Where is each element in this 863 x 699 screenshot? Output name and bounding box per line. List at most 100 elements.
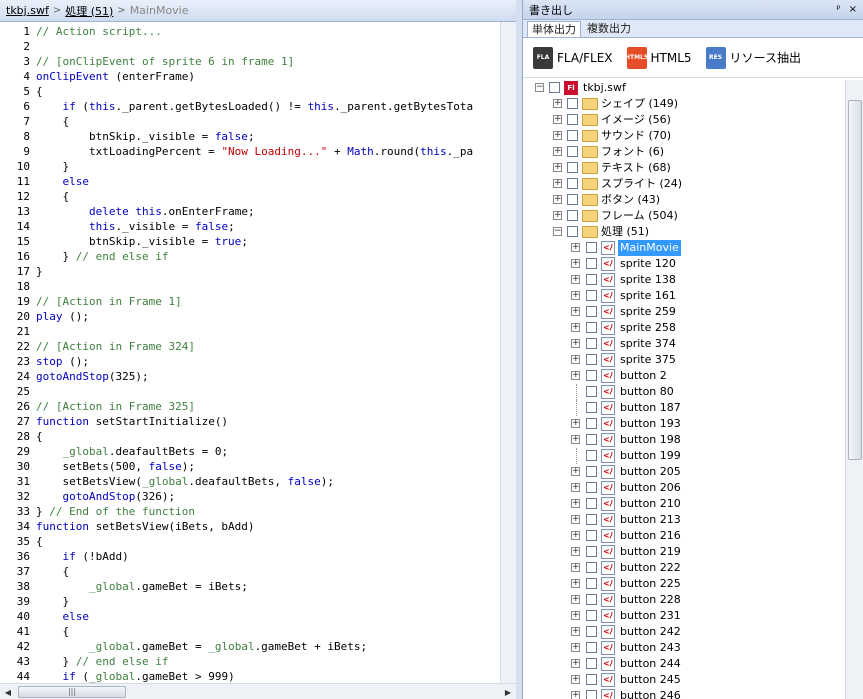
expand-icon[interactable]: + [571, 355, 580, 364]
tree-checkbox[interactable] [586, 594, 597, 605]
tab-multi-output[interactable]: 複数出力 [583, 21, 635, 37]
tree-checkbox[interactable] [586, 290, 597, 301]
expand-icon[interactable]: + [571, 659, 580, 668]
tree-checkbox[interactable] [567, 114, 578, 125]
code-view[interactable]: 1// Action script... 2 3// [onClipEvent of… [0, 24, 500, 684]
tree-checkbox[interactable] [586, 642, 597, 653]
tree-checkbox[interactable] [586, 610, 597, 621]
tree-checkbox[interactable] [586, 434, 597, 445]
scroll-thumb[interactable]: ||| [18, 686, 126, 698]
tree-item[interactable]: + button 222 [523, 560, 845, 576]
tree-item[interactable]: button 187 [523, 400, 845, 416]
pin-icon[interactable]: ᵖ [836, 4, 840, 15]
tree-folder[interactable]: − 処理 (51) [523, 224, 845, 240]
expand-icon[interactable]: + [571, 291, 580, 300]
tree-checkbox[interactable] [586, 498, 597, 509]
tree-folder[interactable]: + ボタン (43) [523, 192, 845, 208]
collapse-icon[interactable]: − [553, 227, 562, 236]
expand-icon[interactable]: + [571, 419, 580, 428]
expand-icon[interactable]: + [571, 579, 580, 588]
tree-checkbox[interactable] [586, 514, 597, 525]
expand-icon[interactable]: + [571, 307, 580, 316]
tree-item[interactable]: + button 198 [523, 432, 845, 448]
vertical-scrollbar[interactable] [500, 22, 516, 683]
expand-icon[interactable]: + [571, 275, 580, 284]
tree-item[interactable]: + button 225 [523, 576, 845, 592]
tree-checkbox[interactable] [586, 258, 597, 269]
expand-icon[interactable]: + [571, 675, 580, 684]
resource-tree[interactable]: − Fl tkbj.swf + シェイプ (149) + イメージ (56) + サウンド (7… [523, 80, 845, 699]
tree-checkbox[interactable] [586, 562, 597, 573]
tree-checkbox[interactable] [586, 578, 597, 589]
tree-checkbox[interactable] [567, 130, 578, 141]
tree-node-root[interactable]: − Fl tkbj.swf [523, 80, 845, 96]
tree-item[interactable]: + button 246 [523, 688, 845, 699]
tree-item[interactable]: + button 242 [523, 624, 845, 640]
tree-checkbox[interactable] [567, 194, 578, 205]
tree-item[interactable]: + sprite 120 [523, 256, 845, 272]
tree-item[interactable]: + sprite 375 [523, 352, 845, 368]
tree-checkbox[interactable] [586, 274, 597, 285]
expand-icon[interactable]: + [571, 259, 580, 268]
tree-checkbox[interactable] [586, 354, 597, 365]
tree-item[interactable]: + button 243 [523, 640, 845, 656]
tree-checkbox[interactable] [586, 626, 597, 637]
tree-item[interactable]: + MainMovie [523, 240, 845, 256]
tree-checkbox[interactable] [567, 146, 578, 157]
tree-checkbox[interactable] [567, 210, 578, 221]
tree-item[interactable]: + sprite 138 [523, 272, 845, 288]
html5-button[interactable]: HTML5 HTML5 [625, 46, 692, 69]
expand-icon[interactable]: + [571, 435, 580, 444]
tree-folder[interactable]: + サウンド (70) [523, 128, 845, 144]
expand-icon[interactable]: + [571, 595, 580, 604]
tree-folder[interactable]: + スプライト (24) [523, 176, 845, 192]
expand-icon[interactable]: + [553, 147, 562, 156]
expand-icon[interactable]: + [553, 179, 562, 188]
tree-item[interactable]: + sprite 161 [523, 288, 845, 304]
expand-icon[interactable]: + [571, 467, 580, 476]
expand-icon[interactable]: + [571, 643, 580, 652]
tree-checkbox[interactable] [586, 690, 597, 699]
tree-checkbox[interactable] [586, 402, 597, 413]
tree-checkbox[interactable] [586, 466, 597, 477]
tree-item[interactable]: + button 210 [523, 496, 845, 512]
expand-icon[interactable]: + [571, 323, 580, 332]
expand-icon[interactable]: + [553, 115, 562, 124]
tab-single-output[interactable]: 単体出力 [527, 21, 581, 37]
expand-icon[interactable]: + [571, 627, 580, 636]
tree-item[interactable]: + button 219 [523, 544, 845, 560]
horizontal-scrollbar[interactable]: ◀ ||| ▶ [0, 683, 516, 699]
tree-checkbox[interactable] [549, 82, 560, 93]
fla-flex-button[interactable]: FLA FLA/FLEX [533, 46, 613, 69]
tree-checkbox[interactable] [586, 386, 597, 397]
resource-extract-button[interactable]: RES リソース抽出 [705, 46, 801, 69]
expand-icon[interactable]: + [553, 211, 562, 220]
tree-checkbox[interactable] [586, 546, 597, 557]
tree-scroll-thumb[interactable] [848, 100, 862, 460]
tree-checkbox[interactable] [586, 338, 597, 349]
collapse-icon[interactable]: − [535, 83, 544, 92]
tree-checkbox[interactable] [586, 482, 597, 493]
tree-item[interactable]: + button 245 [523, 672, 845, 688]
tree-checkbox[interactable] [586, 418, 597, 429]
tree-item[interactable]: button 199 [523, 448, 845, 464]
tree-folder[interactable]: + シェイプ (149) [523, 96, 845, 112]
expand-icon[interactable]: + [571, 339, 580, 348]
tree-item[interactable]: + sprite 258 [523, 320, 845, 336]
expand-icon[interactable]: + [571, 243, 580, 252]
expand-icon[interactable]: + [571, 531, 580, 540]
tree-vertical-scrollbar[interactable] [845, 80, 863, 699]
tree-item[interactable]: + button 205 [523, 464, 845, 480]
breadcrumb-folder[interactable]: 処理 (51) [65, 3, 113, 19]
expand-icon[interactable]: + [553, 195, 562, 204]
expand-icon[interactable]: + [553, 163, 562, 172]
scroll-right-icon[interactable]: ▶ [500, 684, 516, 699]
tree-folder[interactable]: + イメージ (56) [523, 112, 845, 128]
expand-icon[interactable]: + [571, 611, 580, 620]
expand-icon[interactable]: + [571, 691, 580, 699]
close-icon[interactable]: × [849, 4, 857, 15]
expand-icon[interactable]: + [571, 483, 580, 492]
tree-item[interactable]: + button 231 [523, 608, 845, 624]
tree-item[interactable]: + button 244 [523, 656, 845, 672]
tree-item[interactable]: + sprite 374 [523, 336, 845, 352]
